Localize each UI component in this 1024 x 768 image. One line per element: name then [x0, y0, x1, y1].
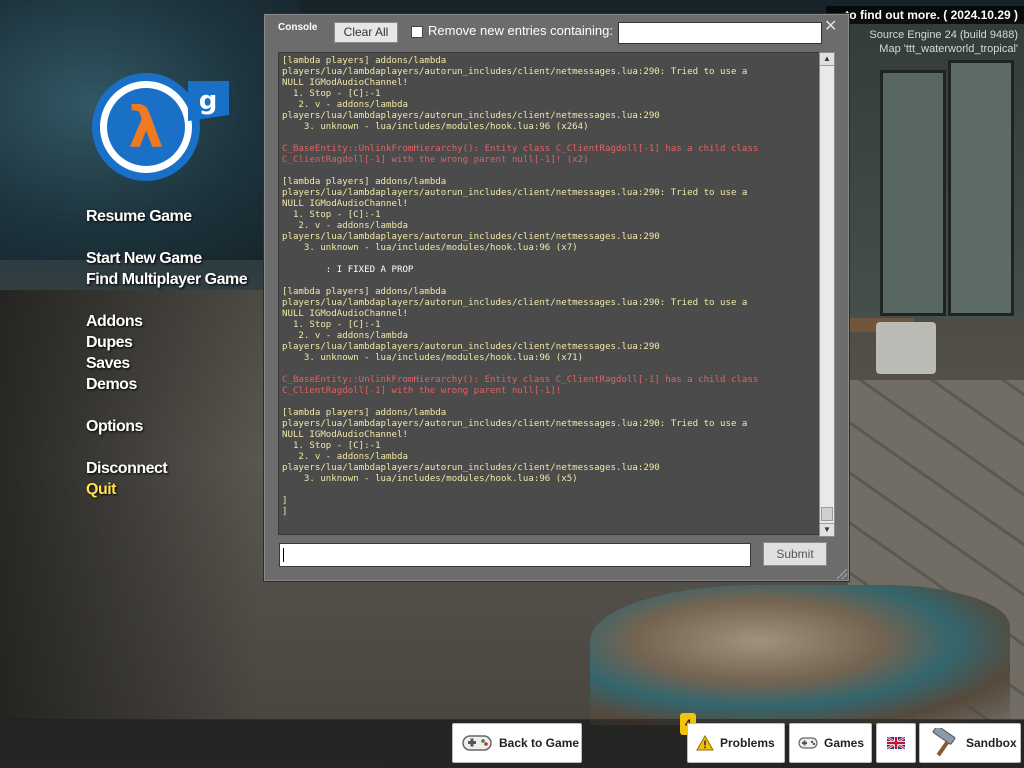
- disconnect-button[interactable]: Disconnect: [86, 458, 168, 479]
- games-button[interactable]: Games: [789, 723, 872, 763]
- remove-entries-checkbox[interactable]: [411, 26, 423, 38]
- console-line: 3. unknown - lua/includes/modules/hook.l…: [282, 243, 578, 253]
- filter-input[interactable]: [618, 22, 822, 44]
- console-window: Console Clear All Remove new entries con…: [263, 13, 850, 582]
- console-title: Console: [278, 22, 318, 33]
- console-line: 1. Stop - [C]:-1: [282, 89, 381, 99]
- console-line: [lambda players] addons/lambda: [282, 56, 447, 66]
- sandbox-button[interactable]: Sandbox: [919, 723, 1021, 763]
- clear-all-button[interactable]: Clear All: [334, 22, 398, 43]
- options-button[interactable]: Options: [86, 416, 143, 437]
- console-line: players/lua/lambdaplayers/autorun_includ…: [282, 342, 660, 352]
- console-line: 1. Stop - [C]:-1: [282, 320, 381, 330]
- console-line: NULL IGModAudioChannel!: [282, 199, 408, 209]
- console-log[interactable]: [lambda players] addons/lambda players/lu…: [278, 52, 821, 535]
- console-line: 2. v - addons/lambda: [282, 221, 408, 231]
- uk-flag-icon: [887, 737, 905, 749]
- quit-button[interactable]: Quit: [86, 479, 117, 500]
- console-line: [lambda players] addons/lambda: [282, 287, 447, 297]
- console-line: [lambda players] addons/lambda: [282, 408, 447, 418]
- map-name: Map 'ttt_waterworld_tropical': [879, 43, 1018, 55]
- submit-button[interactable]: Submit: [763, 542, 827, 566]
- console-line: players/lua/lambdaplayers/autorun_includ…: [282, 232, 660, 242]
- console-line: 3. unknown - lua/includes/modules/hook.l…: [282, 353, 584, 363]
- console-line: : I FIXED A PROP: [282, 265, 414, 275]
- console-line: 2. v - addons/lambda: [282, 100, 408, 110]
- text-caret: [283, 548, 284, 562]
- console-line: ]: [282, 496, 288, 506]
- back-to-game-label: Back to Game: [499, 736, 580, 750]
- svg-text:λ: λ: [128, 96, 163, 161]
- gamepad-icon: [462, 735, 492, 751]
- console-line: 2. v - addons/lambda: [282, 331, 408, 341]
- svg-text:g: g: [199, 86, 218, 116]
- warning-icon: [696, 735, 714, 751]
- console-line: C_ClientRagdoll[-1] with the wrong paren…: [282, 155, 589, 165]
- command-input[interactable]: [279, 543, 751, 567]
- gmod-logo-icon: λ g: [92, 73, 229, 181]
- console-line: players/lua/lambdaplayers/autorun_includ…: [282, 463, 660, 473]
- dupes-button[interactable]: Dupes: [86, 332, 133, 353]
- remove-entries-label: Remove new entries containing:: [428, 23, 613, 38]
- resume-game-button[interactable]: Resume Game: [86, 206, 192, 227]
- console-scrollbar[interactable]: ▲ ▼: [819, 52, 835, 537]
- hammer-icon: [932, 728, 956, 757]
- problems-button[interactable]: Problems: [687, 723, 785, 763]
- language-button[interactable]: [876, 723, 916, 763]
- scroll-down-icon[interactable]: ▼: [820, 523, 834, 536]
- console-line: C_BaseEntity::UnlinkFromHierarchy(): Ent…: [282, 144, 759, 154]
- console-line: C_ClientRagdoll[-1] with the wrong paren…: [282, 386, 562, 396]
- console-line: 1. Stop - [C]:-1: [282, 210, 381, 220]
- console-line: 3. unknown - lua/includes/modules/hook.l…: [282, 474, 578, 484]
- console-line: players/lua/lambdaplayers/autorun_includ…: [282, 67, 748, 77]
- console-line: ]: [282, 507, 288, 517]
- update-notice[interactable]: ... to find out more. ( 2024.10.29 ): [825, 6, 1024, 24]
- games-label: Games: [824, 736, 865, 750]
- close-icon[interactable]: ✕: [824, 18, 837, 36]
- start-new-game-button[interactable]: Start New Game: [86, 248, 202, 269]
- console-line: NULL IGModAudioChannel!: [282, 309, 408, 319]
- addons-button[interactable]: Addons: [86, 311, 143, 332]
- gamepad-small-icon: [798, 737, 818, 749]
- console-line: players/lua/lambdaplayers/autorun_includ…: [282, 419, 748, 429]
- console-log-lines: [lambda players] addons/lambda players/lu…: [279, 53, 820, 518]
- console-line: NULL IGModAudioChannel!: [282, 430, 408, 440]
- console-line: 3. unknown - lua/includes/modules/hook.l…: [282, 122, 589, 132]
- saves-button[interactable]: Saves: [86, 353, 130, 374]
- top-info: ... to find out more. ( 2024.10.29 ) Sou…: [825, 6, 1024, 56]
- back-to-game-button[interactable]: Back to Game: [452, 723, 582, 763]
- console-line: [lambda players] addons/lambda: [282, 177, 447, 187]
- scroll-up-icon[interactable]: ▲: [820, 53, 834, 66]
- console-line: players/lua/lambdaplayers/autorun_includ…: [282, 298, 748, 308]
- console-line: NULL IGModAudioChannel!: [282, 78, 408, 88]
- demos-button[interactable]: Demos: [86, 374, 137, 395]
- console-line: C_BaseEntity::UnlinkFromHierarchy(): Ent…: [282, 375, 759, 385]
- engine-version: Source Engine 24 (build 9488): [869, 29, 1018, 41]
- scroll-thumb[interactable]: [821, 507, 833, 521]
- find-multiplayer-game-button[interactable]: Find Multiplayer Game: [86, 269, 248, 290]
- engine-info: Source Engine 24 (build 9488) Map 'ttt_w…: [826, 24, 1024, 56]
- console-line: players/lua/lambdaplayers/autorun_includ…: [282, 188, 748, 198]
- sandbox-label: Sandbox: [966, 736, 1017, 750]
- console-line: players/lua/lambdaplayers/autorun_includ…: [282, 111, 660, 121]
- problems-label: Problems: [720, 736, 775, 750]
- resize-grip-icon[interactable]: [837, 569, 847, 579]
- console-line: 2. v - addons/lambda: [282, 452, 408, 462]
- console-line: 1. Stop - [C]:-1: [282, 441, 381, 451]
